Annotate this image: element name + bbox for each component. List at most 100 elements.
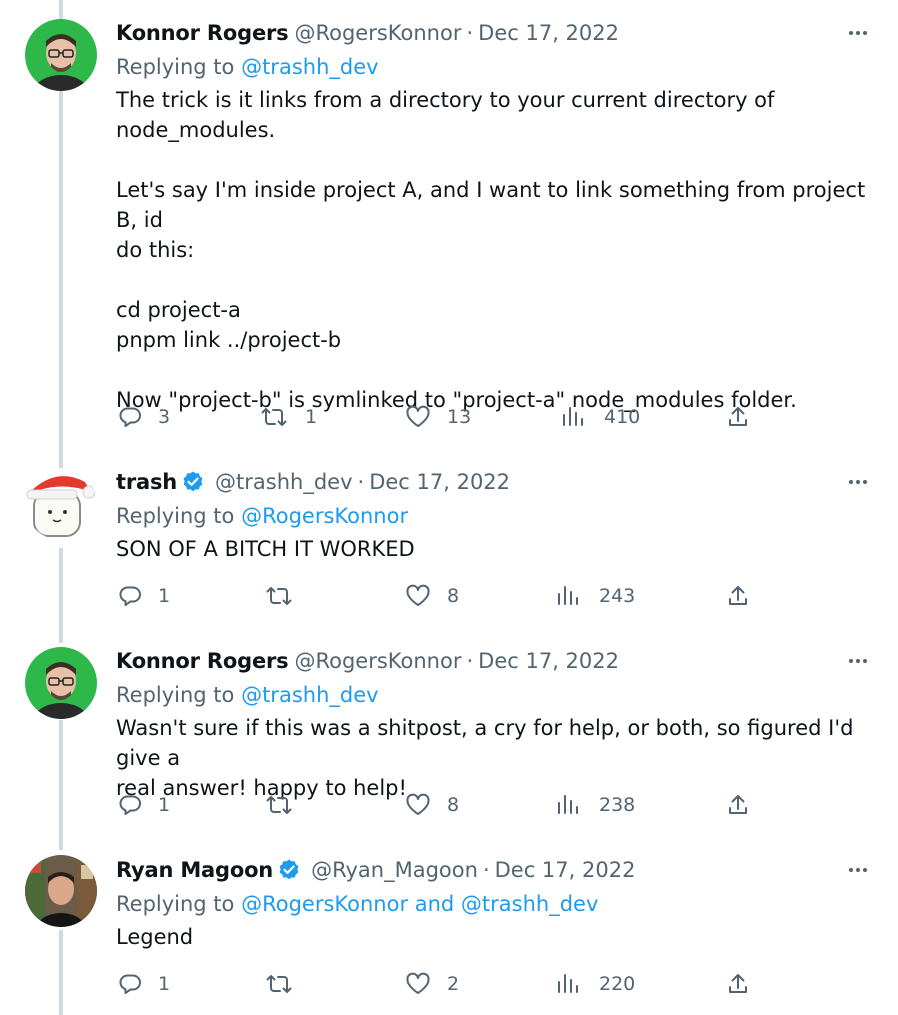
reply-button[interactable]: 1 [118, 581, 170, 611]
mention-link[interactable]: @RogersKonnor [241, 504, 408, 528]
mention-link[interactable]: @trashh_dev [241, 55, 378, 79]
retweet-icon [261, 408, 287, 426]
reply-count: 3 [158, 406, 171, 428]
verified-badge-icon [277, 858, 301, 882]
like-count: 13 [447, 406, 472, 428]
like-button[interactable]: 13 [405, 402, 471, 432]
like-count: 8 [447, 794, 460, 816]
separator: · [466, 21, 474, 45]
avatar-image [25, 19, 97, 91]
tweet-text: Legend [116, 922, 876, 952]
reply-count: 1 [158, 585, 171, 607]
tweet-actions: 1 8 238 [0, 790, 898, 820]
retweet-button[interactable] [266, 581, 292, 611]
share-button[interactable] [726, 581, 750, 611]
share-icon [729, 795, 747, 814]
share-icon [729, 407, 747, 426]
retweet-icon [266, 975, 292, 993]
retweet-button[interactable]: 1 [261, 402, 317, 432]
like-button[interactable]: 8 [405, 581, 459, 611]
share-button[interactable] [726, 969, 750, 999]
tweet-date[interactable]: Dec 17, 2022 [369, 466, 510, 498]
tweet-date[interactable]: Dec 17, 2022 [478, 17, 619, 49]
reply-icon [119, 795, 141, 815]
share-button[interactable] [726, 402, 750, 432]
reply-button[interactable]: 1 [118, 790, 170, 820]
views-icon [558, 974, 578, 993]
retweet-icon [266, 796, 292, 814]
retweet-button[interactable] [266, 790, 292, 820]
tweet-text: SON OF A BITCH IT WORKED [116, 534, 876, 564]
display-name[interactable]: trash [116, 466, 177, 498]
more-icon[interactable] [844, 470, 872, 494]
tweet-paragraph: Let's say I'm inside project A, and I wa… [116, 178, 866, 262]
retweet-button[interactable] [266, 969, 292, 999]
verified-badge-icon [181, 470, 205, 494]
tweet[interactable]: Konnor Rogers @RogersKonnor · Dec 17, 20… [0, 645, 898, 835]
tweet[interactable]: trash @trashh_dev · Dec 17, 2022 Replyin… [0, 466, 898, 626]
user-handle[interactable]: @RogersKonnor [294, 645, 461, 677]
display-name[interactable]: Konnor Rogers [116, 17, 289, 49]
reply-button[interactable]: 3 [118, 402, 170, 432]
tweet-paragraph: Legend [116, 925, 194, 949]
display-name[interactable]: Ryan Magoon [116, 854, 273, 886]
display-name[interactable]: Konnor Rogers [116, 645, 289, 677]
avatar-image [25, 647, 97, 719]
views-button[interactable]: 243 [557, 581, 635, 611]
views-button[interactable]: 220 [557, 969, 635, 999]
tweet-actions: 1 8 243 [0, 581, 898, 611]
tweet-actions: 3 1 13 410 [0, 402, 898, 432]
tweet-paragraph: cd project-a pnpm link ../project-b [116, 298, 342, 352]
views-button[interactable]: 410 [562, 402, 640, 432]
reply-count: 1 [158, 973, 171, 995]
tweet-date[interactable]: Dec 17, 2022 [478, 645, 619, 677]
separator: · [482, 858, 490, 882]
replying-to: Replying to @trashh_dev [116, 679, 379, 711]
heart-icon [406, 793, 430, 815]
share-icon [729, 974, 747, 993]
more-icon[interactable] [844, 858, 872, 882]
mention-link[interactable]: @RogersKonnor and @trashh_dev [241, 892, 598, 916]
reply-icon [119, 586, 141, 606]
user-handle[interactable]: @Ryan_Magoon [311, 854, 478, 886]
views-button[interactable]: 238 [557, 790, 635, 820]
avatar[interactable] [25, 855, 97, 927]
tweet[interactable]: Ryan Magoon @Ryan_Magoon · Dec 17, 2022 … [0, 854, 898, 1014]
tweet-date[interactable]: Dec 17, 2022 [495, 854, 636, 886]
avatar[interactable] [25, 647, 97, 719]
separator: · [357, 470, 365, 494]
reply-icon [119, 974, 141, 994]
more-icon[interactable] [844, 649, 872, 673]
like-button[interactable]: 2 [405, 969, 459, 999]
replying-to-label: Replying to [116, 683, 242, 707]
tweet-text: The trick is it links from a directory t… [116, 85, 876, 415]
mention-link[interactable]: @trashh_dev [241, 683, 378, 707]
avatar-image [25, 855, 97, 927]
more-icon[interactable] [844, 21, 872, 45]
replying-to-label: Replying to [116, 55, 242, 79]
reply-button[interactable]: 1 [118, 969, 170, 999]
like-count: 2 [447, 973, 460, 995]
tweet-actions: 1 2 220 [0, 969, 898, 999]
replying-to: Replying to @RogersKonnor [116, 500, 408, 532]
avatar[interactable] [25, 19, 97, 91]
user-handle[interactable]: @trashh_dev [215, 466, 352, 498]
like-button[interactable]: 8 [405, 790, 459, 820]
share-button[interactable] [726, 790, 750, 820]
view-count: 220 [599, 973, 636, 995]
views-icon [563, 407, 583, 426]
replying-to-label: Replying to [116, 892, 242, 916]
avatar[interactable] [25, 468, 97, 540]
tweet[interactable]: Konnor Rogers @RogersKonnor · Dec 17, 20… [0, 17, 898, 447]
separator: · [466, 649, 474, 673]
share-icon [729, 586, 747, 605]
tweet-paragraph: SON OF A BITCH IT WORKED [116, 537, 415, 561]
views-icon [558, 795, 578, 814]
user-handle[interactable]: @RogersKonnor [294, 17, 461, 49]
tweet-header: Konnor Rogers @RogersKonnor · Dec 17, 20… [116, 645, 828, 677]
reply-count: 1 [158, 794, 171, 816]
reply-icon [119, 407, 141, 427]
views-icon [558, 586, 578, 605]
replying-to: Replying to @trashh_dev [116, 51, 379, 83]
tweet-header: Konnor Rogers @RogersKonnor · Dec 17, 20… [116, 17, 828, 49]
